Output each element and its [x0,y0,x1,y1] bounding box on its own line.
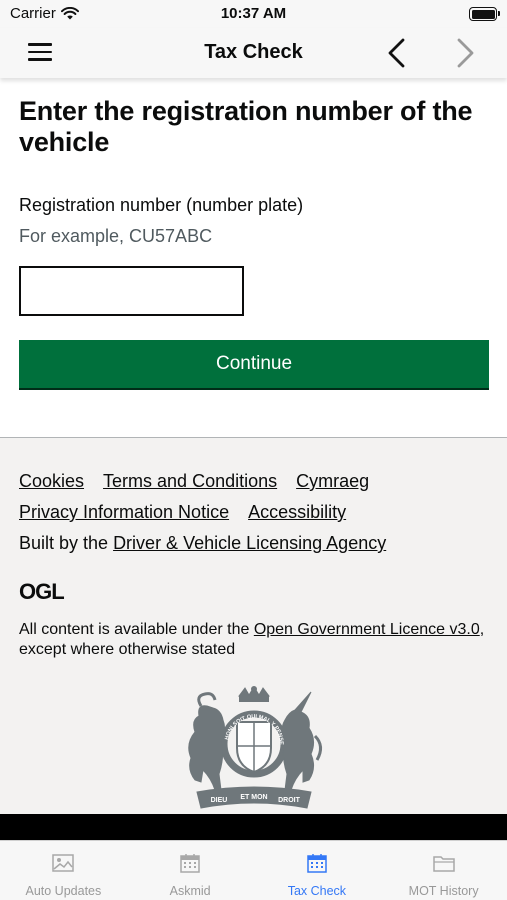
crest-motto-3: DROIT [278,797,301,804]
ogl-logo-text: OGL [19,580,64,602]
ogl-licence-link[interactable]: Open Government Licence v3.0 [254,621,480,638]
footer-links-row-2: Privacy Information Notice Accessibility [19,502,365,523]
battery-icon [469,7,500,21]
royal-coat-of-arms-icon: DIEU ET MON DROIT HONI SOIT QUI MAL Y PE… [188,686,322,809]
folder-icon [432,856,455,872]
nav-title: Tax Check [204,41,303,63]
footer: Cookies Terms and Conditions Cymraeg Priva… [0,437,507,814]
built-by-line: Built by the Driver & Vehicle Licensing … [19,533,386,554]
calendar-icon [180,854,200,873]
tab-label: Auto Updates [25,884,102,898]
registration-input[interactable] [19,266,244,316]
main-content: Enter the registration number of the veh… [0,78,507,438]
tab-tax-check[interactable]: Tax Check [254,841,381,900]
tab-label: Tax Check [287,884,347,898]
chevron-right-icon [457,38,474,68]
back-button[interactable] [382,36,412,70]
image-icon [52,854,75,872]
ogl-logo-icon: OGL [19,580,65,602]
forward-button[interactable] [450,36,480,70]
crest-motto-2: ET MON [240,794,267,801]
cymraeg-link[interactable]: Cymraeg [296,471,369,491]
crest-motto-1: DIEU [211,797,228,804]
navigation-bar: Tax Check [0,28,507,78]
page-title: Enter the registration number of the veh… [19,96,473,157]
tab-label: MOT History [408,884,479,898]
privacy-link[interactable]: Privacy Information Notice [19,502,229,522]
registration-label: Registration number (number plate) [19,195,304,215]
licence-text: All content is available under the Open … [19,620,489,660]
calendar-icon [307,854,327,873]
tab-askmid[interactable]: Askmid [127,841,254,900]
built-by-prefix: Built by the [19,533,114,553]
accessibility-link[interactable]: Accessibility [248,502,346,522]
tab-mot-history[interactable]: MOT History [380,841,507,900]
licence-prefix: All content is available under the [19,621,254,638]
terms-link[interactable]: Terms and Conditions [103,471,277,491]
dvla-link[interactable]: Driver & Vehicle Licensing Agency [113,533,386,553]
tab-label: Askmid [169,884,211,898]
tab-bar: Auto Updates Askmid Tax Check MOT Histor… [0,840,507,900]
continue-button[interactable]: Continue [19,340,489,388]
bottom-black-bar [0,814,507,840]
footer-links-row-1: Cookies Terms and Conditions Cymraeg [19,471,388,492]
tab-auto-updates[interactable]: Auto Updates [0,841,127,900]
status-bar: Carrier 10:37 AM [0,0,507,28]
status-time: 10:37 AM [220,5,287,22]
cookies-link[interactable]: Cookies [19,471,84,491]
registration-hint: For example, CU57ABC [19,226,213,246]
chevron-left-icon [388,38,405,68]
